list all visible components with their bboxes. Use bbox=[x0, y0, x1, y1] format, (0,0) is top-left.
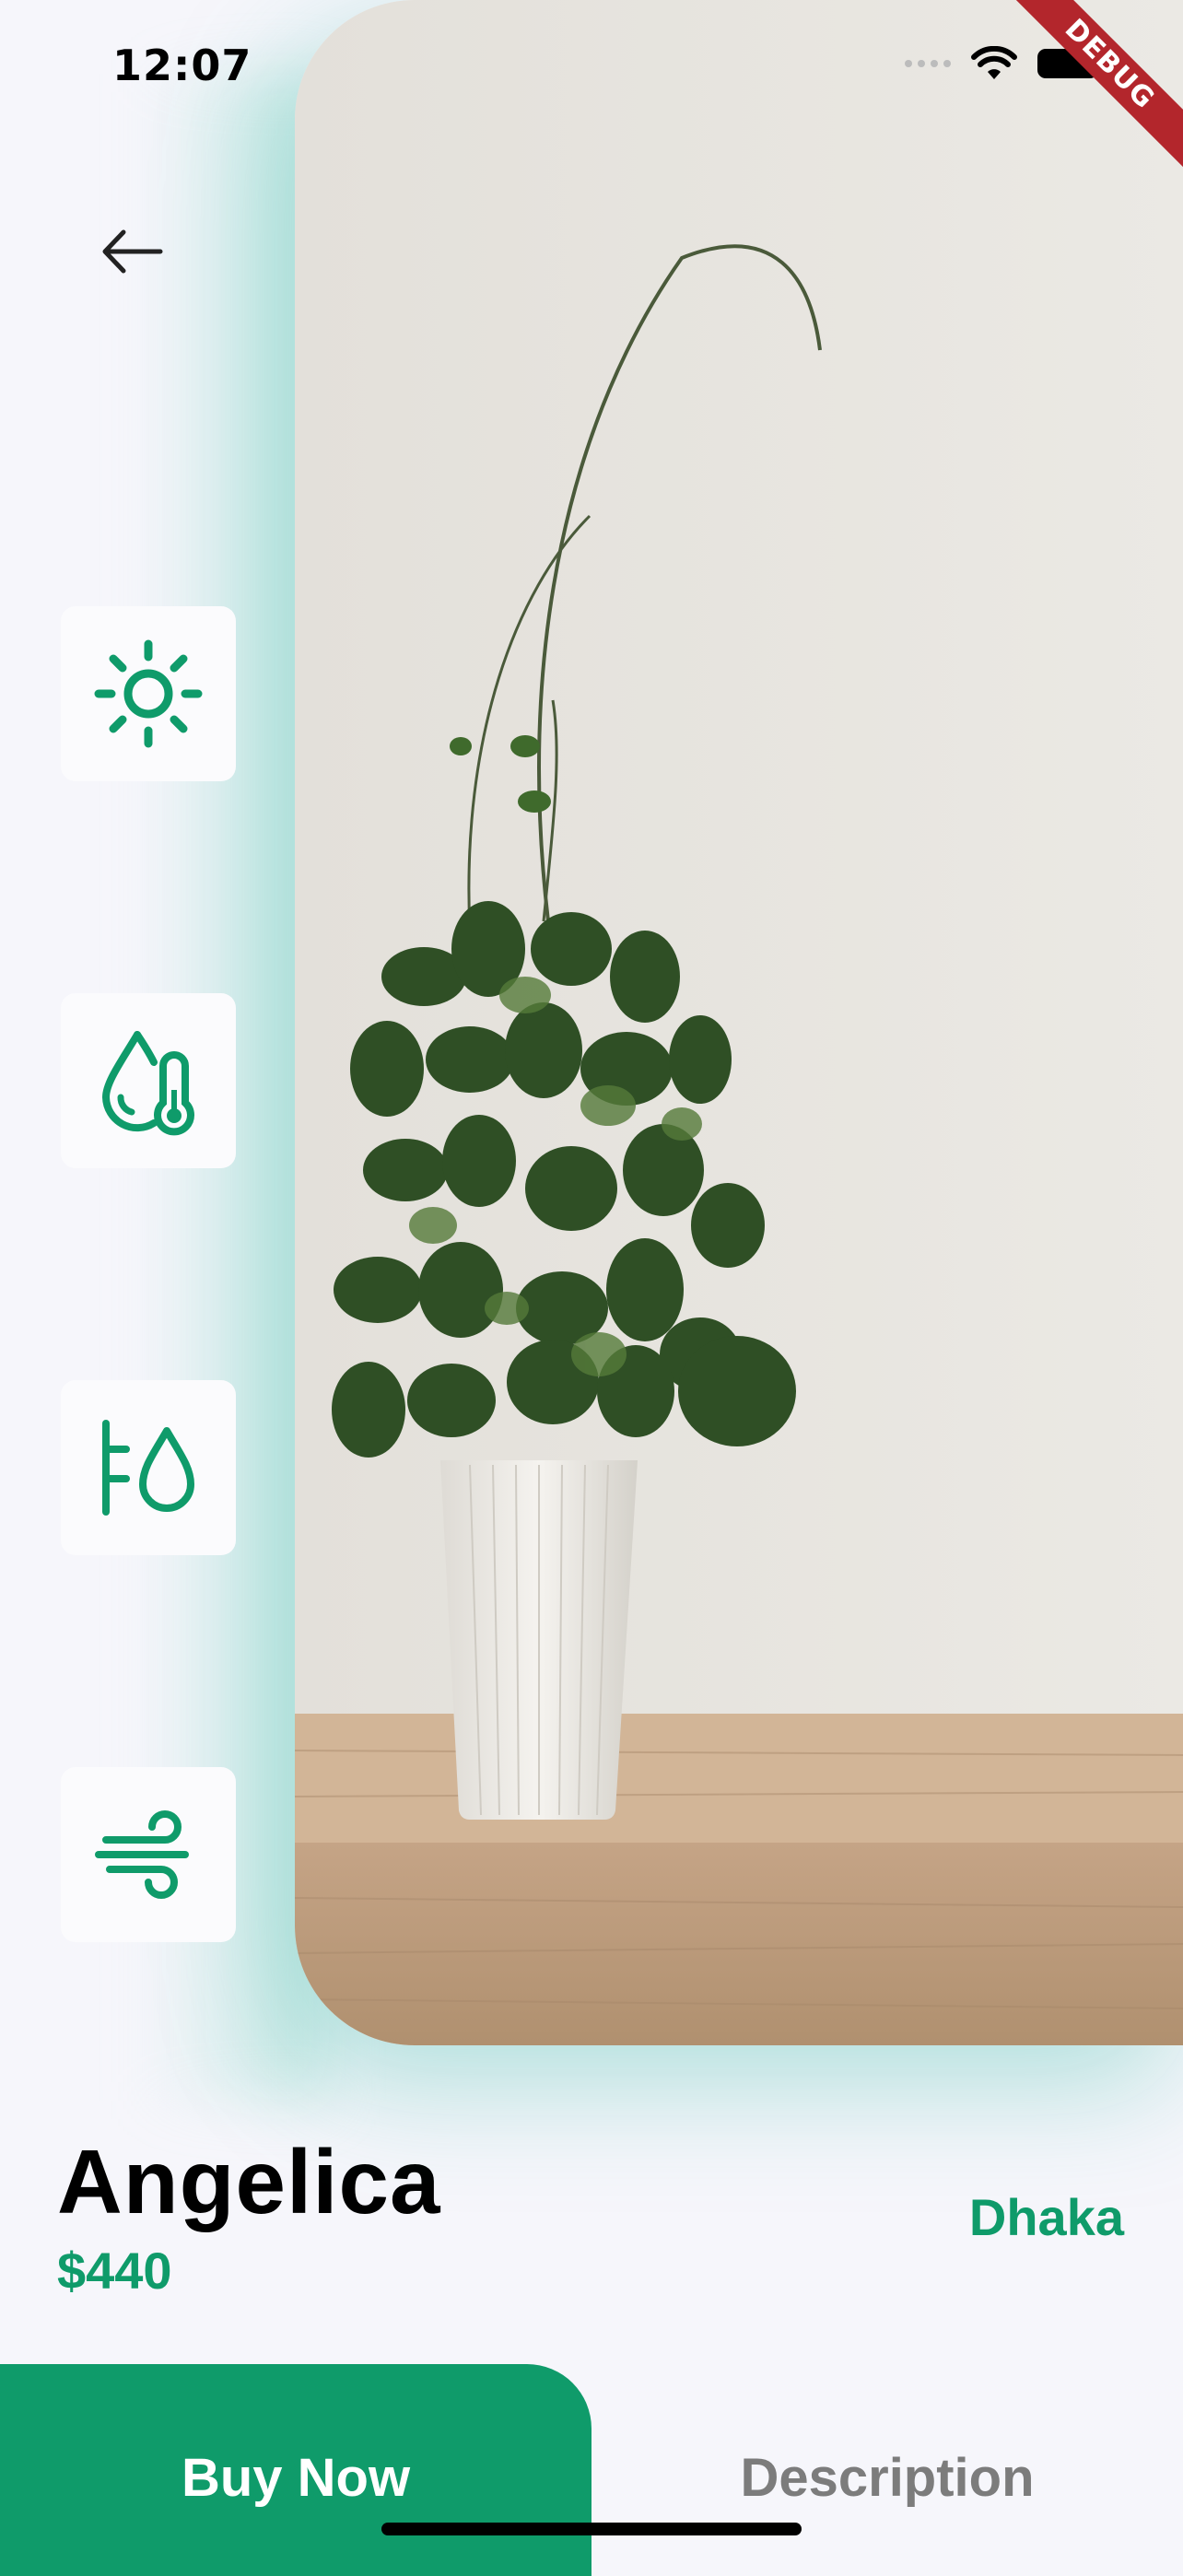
status-time: 12:07 bbox=[112, 41, 252, 90]
sun-icon bbox=[94, 639, 203, 748]
product-image bbox=[295, 0, 1183, 2045]
humidity-thermometer-icon bbox=[101, 1031, 194, 1136]
humidity-feature-card[interactable] bbox=[61, 993, 236, 1168]
water-level-icon bbox=[102, 1420, 194, 1516]
product-name: Angelica bbox=[57, 2131, 441, 2232]
home-indicator bbox=[381, 2523, 802, 2535]
buy-now-button[interactable]: Buy Now bbox=[0, 2364, 592, 2576]
light-feature-card[interactable] bbox=[61, 606, 236, 781]
product-location: Dhaka bbox=[968, 2188, 1124, 2246]
product-price: $440 bbox=[57, 2242, 172, 2300]
water-feature-card[interactable] bbox=[61, 1380, 236, 1555]
wifi-icon bbox=[971, 46, 1017, 79]
back-button[interactable] bbox=[96, 219, 170, 284]
wind-feature-card[interactable] bbox=[61, 1767, 236, 1942]
description-button[interactable]: Description bbox=[592, 2364, 1183, 2576]
cellular-signal-icon bbox=[905, 60, 951, 67]
wind-icon bbox=[95, 1810, 189, 1899]
arrow-left-icon bbox=[102, 229, 163, 274]
